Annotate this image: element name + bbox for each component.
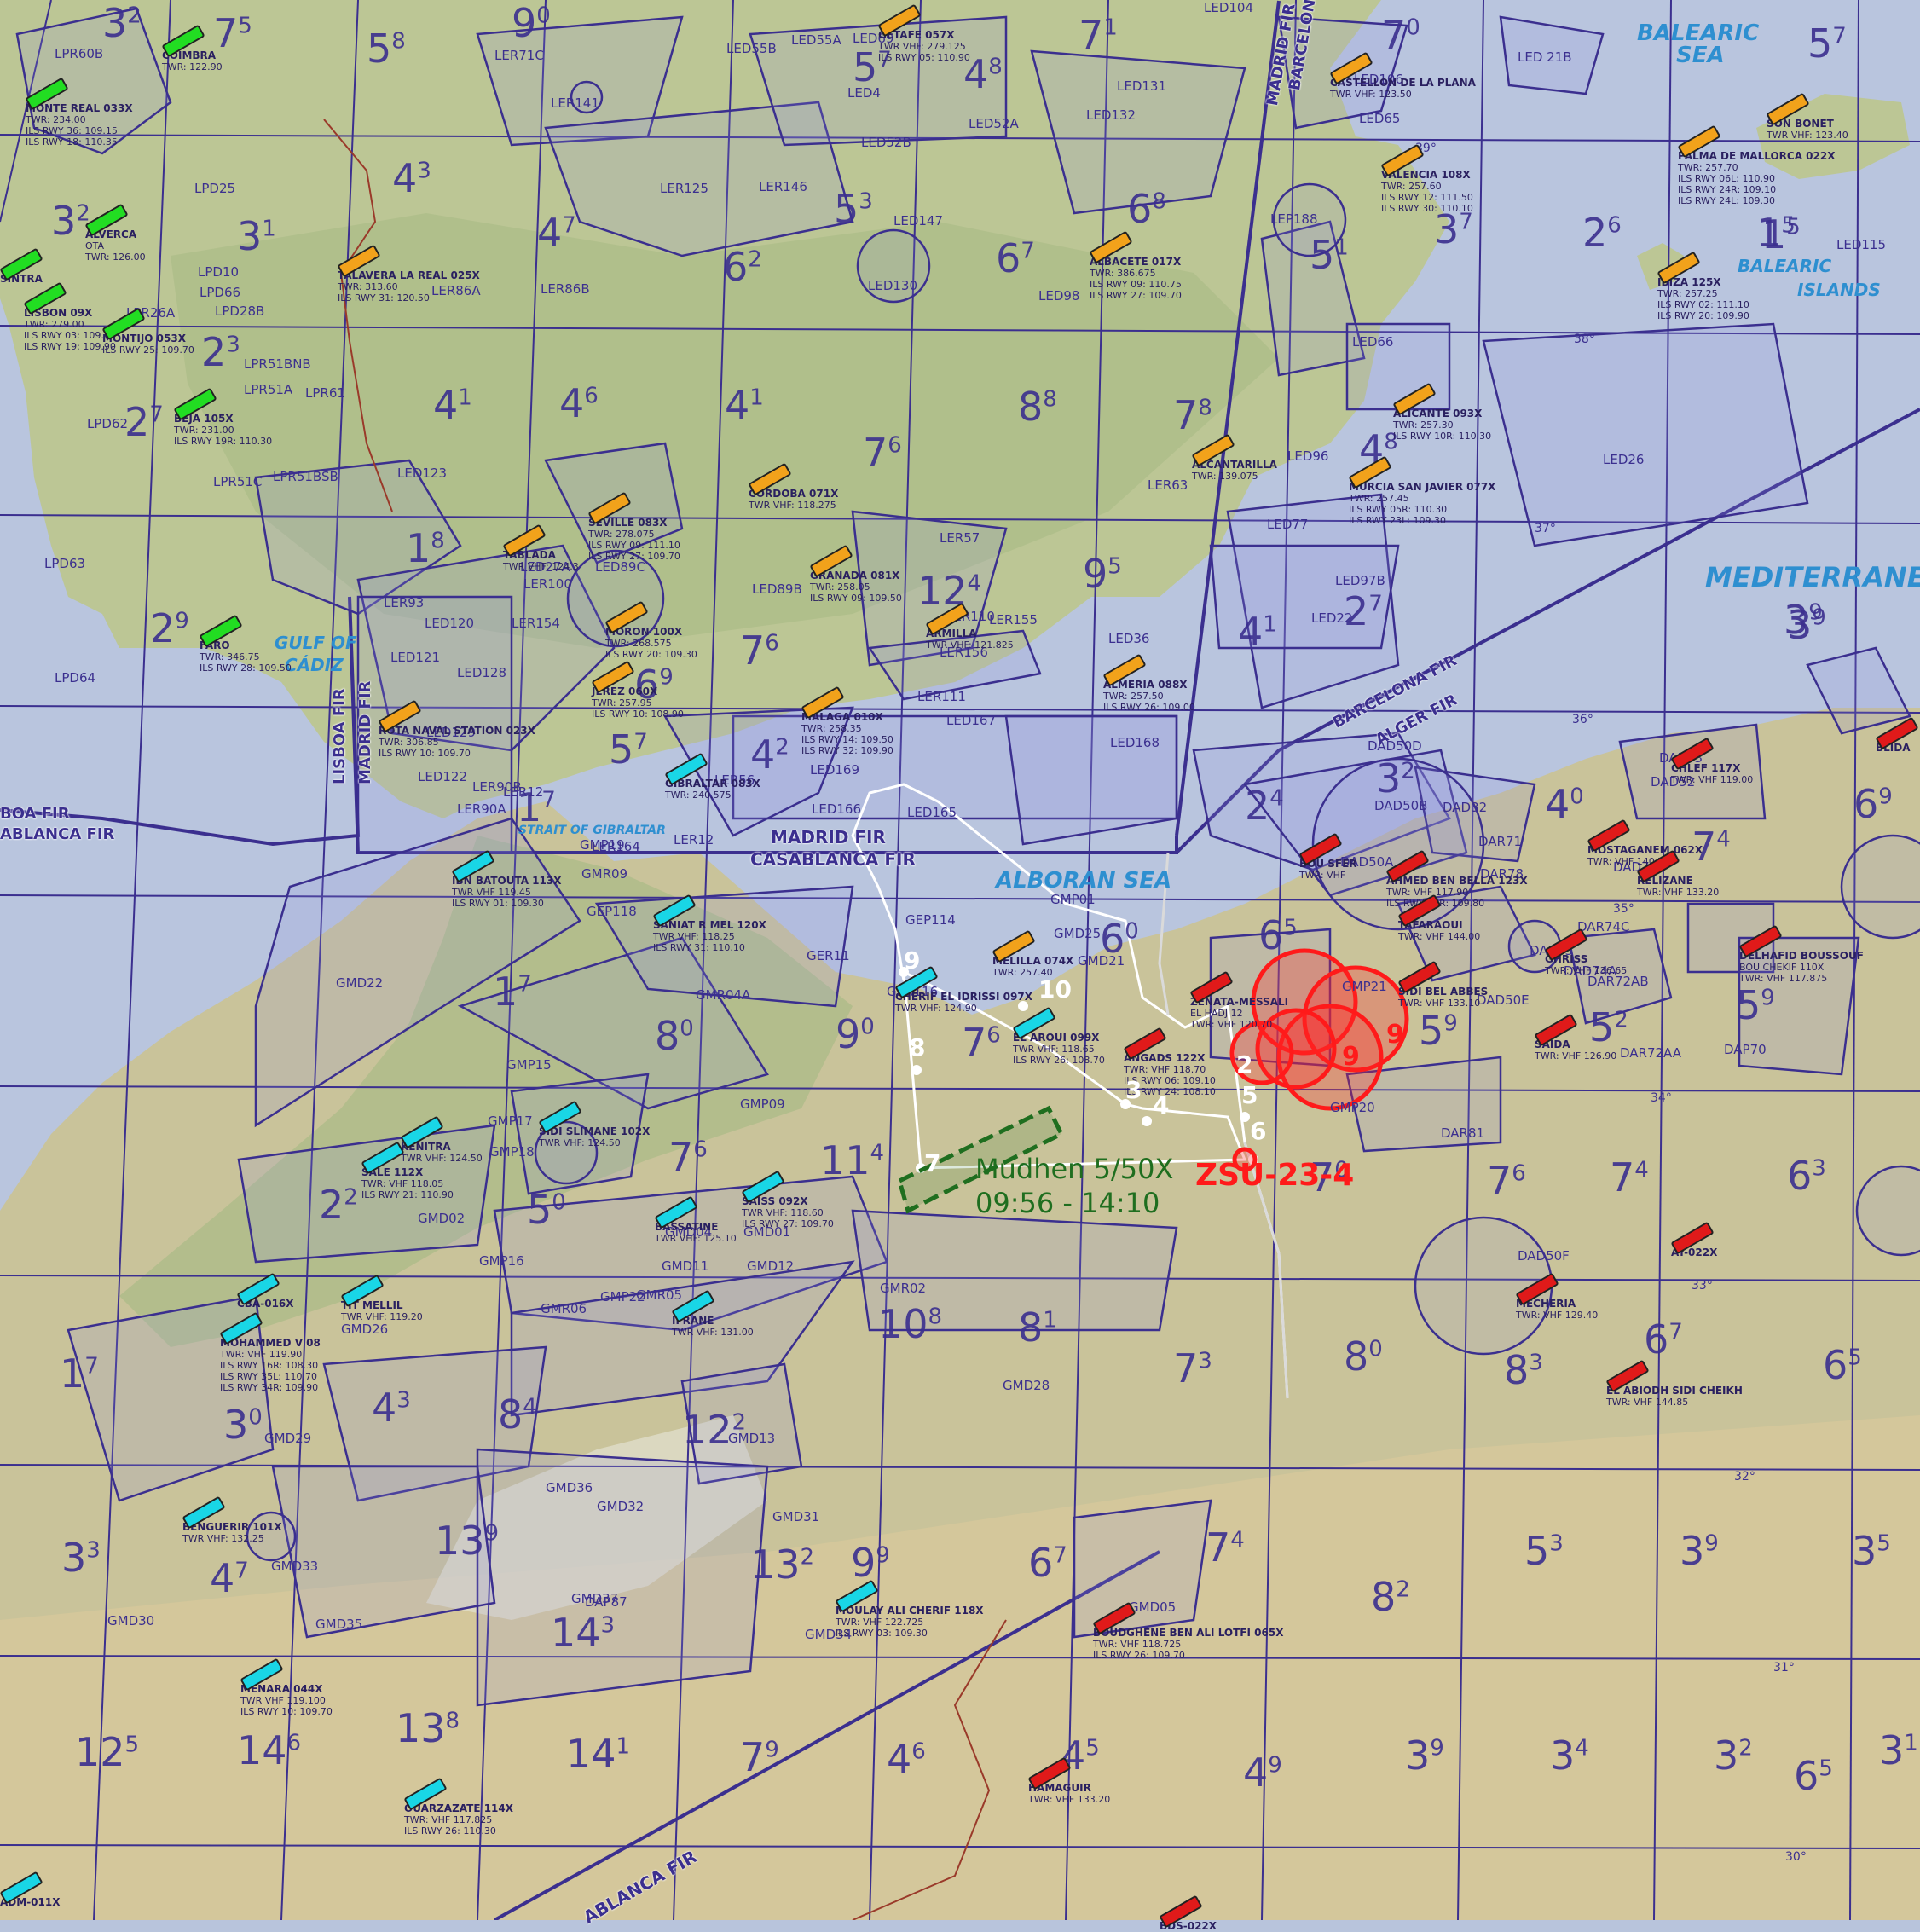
- airbase-name: BDS-022X: [1160, 1920, 1217, 1932]
- theater-map[interactable]: [0, 0, 1920, 1920]
